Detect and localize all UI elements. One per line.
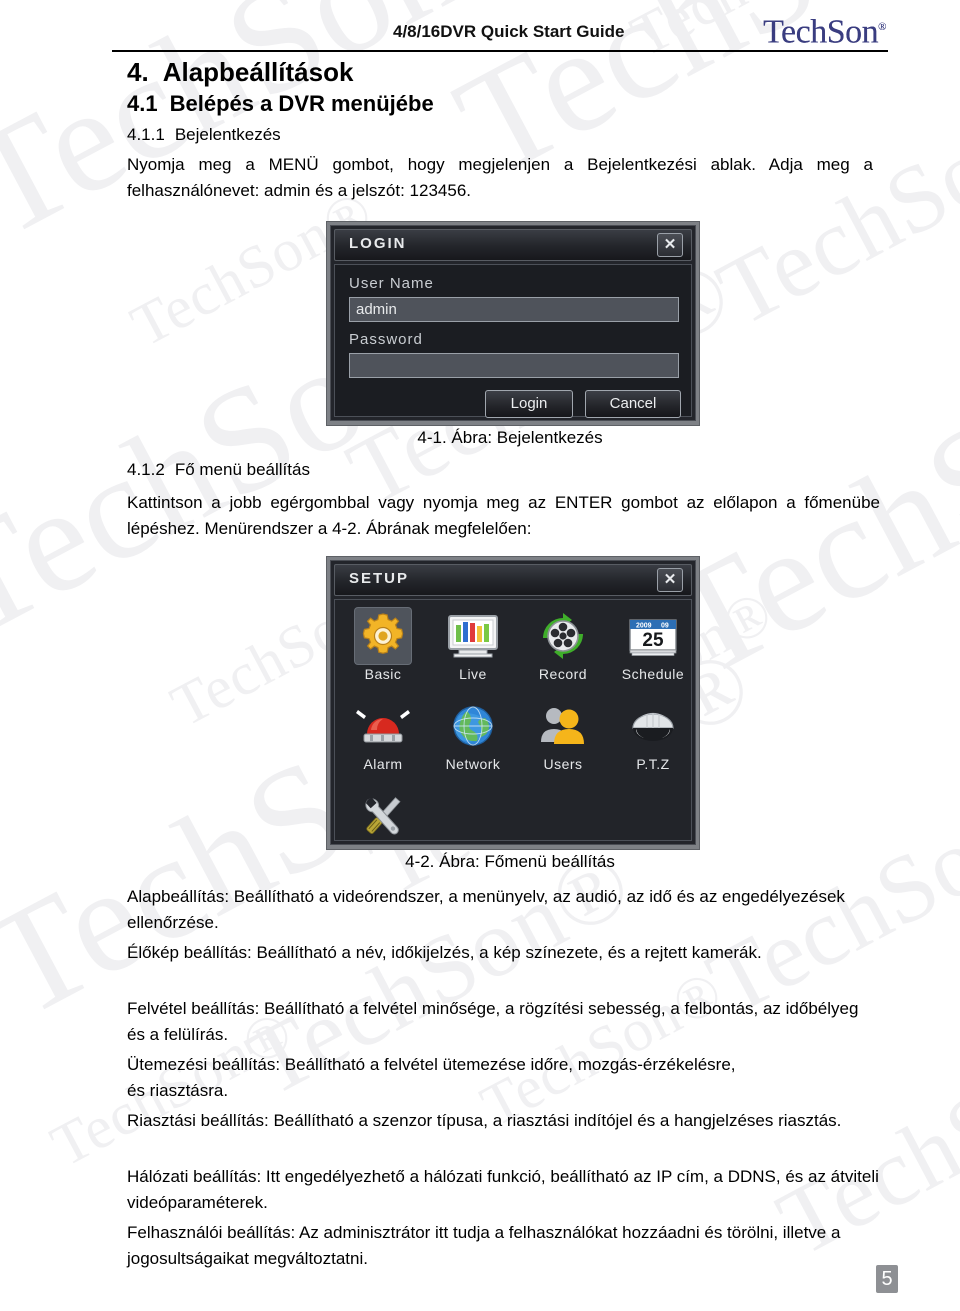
description-live: Élőkép beállítás: Beállítható a név, idő… xyxy=(127,943,762,962)
subsection-title: Belépés a DVR menüjébe xyxy=(169,91,434,116)
setup-menu-item-record[interactable]: Record xyxy=(519,608,607,682)
section-number: 4. xyxy=(127,57,149,87)
menu-paragraph: Kattintson a jobb egérgombbal vagy nyomj… xyxy=(127,493,880,538)
subsubsection-title-412: Fő menü beállítás xyxy=(174,460,310,479)
film-reel-icon[interactable] xyxy=(535,608,591,664)
siren-icon[interactable] xyxy=(355,698,411,754)
intro-paragraph: Nyomja meg a MENÜ gombot, hogy megjelenj… xyxy=(127,155,873,200)
login-form: User Name admin Password Login Cancel xyxy=(334,264,692,418)
users-icon[interactable] xyxy=(535,698,591,754)
setup-menu-item-schedule[interactable]: 2009 09 25 Schedule xyxy=(609,608,691,682)
description-users: Felhasználói beállítás: Az adminisztráto… xyxy=(127,1223,841,1268)
header-divider xyxy=(112,50,888,52)
section-title: Alapbeállítások xyxy=(162,57,354,87)
setup-menu-item-label: Users xyxy=(543,756,583,772)
subsection-heading: 4.1 Belépés a DVR menüjébe xyxy=(127,91,434,117)
svg-text:25: 25 xyxy=(642,630,664,651)
login-dialog-screenshot: LOGIN ✕ User Name admin Password Login C… xyxy=(327,222,699,425)
subsubsection-number-412: 4.1.2 xyxy=(127,460,165,479)
setup-menu-item-label: Schedule xyxy=(621,666,685,682)
calendar-icon[interactable]: 2009 09 25 xyxy=(625,608,681,664)
setup-titlebar: SETUP ✕ xyxy=(334,564,692,596)
subsubsection-number: 4.1.1 xyxy=(127,125,165,144)
subsection-number: 4.1 xyxy=(127,91,158,116)
login-titlebar: LOGIN ✕ xyxy=(334,229,692,261)
svg-text:09: 09 xyxy=(661,623,669,630)
close-icon[interactable]: ✕ xyxy=(657,568,683,592)
setup-menu-grid: Basic Live Record 2009 09 25 Schedule Alarm Netw… xyxy=(334,599,692,841)
cancel-button[interactable]: Cancel xyxy=(585,390,681,418)
setup-title: SETUP xyxy=(349,570,410,587)
setup-menu-item-users[interactable]: Users xyxy=(519,698,607,772)
login-dialog-window: LOGIN ✕ User Name admin Password Login C… xyxy=(330,225,696,421)
registered-mark-icon: ® xyxy=(878,21,886,33)
login-button[interactable]: Login xyxy=(485,390,573,418)
setup-menu-item-alarm[interactable]: Alarm xyxy=(339,698,427,772)
setup-menu-item-label: P.T.Z xyxy=(636,756,670,772)
monitor-icon[interactable] xyxy=(445,608,501,664)
tools-icon[interactable] xyxy=(355,788,411,840)
header-title: 4/8/16DVR Quick Start Guide xyxy=(393,22,625,41)
username-input[interactable]: admin xyxy=(349,297,679,322)
document-page: 4/8/16DVR Quick Start Guide TechSon® 4. A… xyxy=(0,0,960,1311)
setup-menu-item-advanced[interactable]: Advanced xyxy=(339,788,427,840)
subsubsection-heading-412: 4.1.2 Fő menü beállítás xyxy=(127,460,310,480)
description-network: Hálózati beállítás: Itt engedélyezhető a… xyxy=(127,1167,879,1212)
setup-menu-item-basic[interactable]: Basic xyxy=(339,608,427,682)
figure-1-caption: 4-1. Ábra: Bejelentkezés xyxy=(417,428,603,447)
page-number-badge: 5 xyxy=(876,1265,898,1293)
description-record: Felvétel beállítás: Beállítható a felvét… xyxy=(127,999,859,1044)
setup-menu-item-live[interactable]: Live xyxy=(429,608,517,682)
page-title: 4. Alapbeállítások xyxy=(127,57,353,88)
setup-menu-item-network[interactable]: Network xyxy=(429,698,517,772)
login-title: LOGIN xyxy=(349,235,407,252)
setup-menu-item-ptz[interactable]: P.T.Z xyxy=(609,698,691,772)
gear-icon[interactable] xyxy=(355,608,411,664)
figure-2-caption: 4-2. Ábra: Főmenü beállítás xyxy=(405,852,615,871)
brand-text: TechSon xyxy=(763,13,879,51)
close-icon[interactable]: ✕ xyxy=(657,233,683,257)
password-input[interactable] xyxy=(349,353,679,378)
subsubsection-heading-411: 4.1.1 Bejelentkezés xyxy=(127,125,281,145)
globe-icon[interactable] xyxy=(445,698,501,754)
page-header: 4/8/16DVR Quick Start Guide TechSon® xyxy=(112,8,888,54)
password-label: Password xyxy=(349,331,423,348)
setup-menu-item-label: Alarm xyxy=(363,756,403,772)
description-schedule: Ütemezési beállítás: Beállítható a felvé… xyxy=(127,1055,736,1100)
setup-menu-item-label: Record xyxy=(538,666,588,682)
subsubsection-title: Bejelentkezés xyxy=(174,125,281,144)
username-label: User Name xyxy=(349,275,434,292)
description-basic: Alapbeállítás: Beállítható a videórendsz… xyxy=(127,887,845,932)
dome-camera-icon[interactable] xyxy=(625,698,681,754)
setup-dialog-window: SETUP ✕ Basic Live Record 2009 09 25 Schedule A… xyxy=(330,560,696,845)
setup-menu-item-label: Network xyxy=(445,756,501,772)
setup-menu-item-label: Live xyxy=(459,666,487,682)
techson-logo: TechSon® xyxy=(763,10,886,49)
setup-dialog-screenshot: SETUP ✕ Basic Live Record 2009 09 25 Schedule A… xyxy=(327,557,699,849)
description-alarm: Riasztási beállítás: Beállítható a szenz… xyxy=(127,1111,842,1130)
svg-text:2009: 2009 xyxy=(636,623,652,630)
setup-menu-item-label: Basic xyxy=(364,666,402,682)
